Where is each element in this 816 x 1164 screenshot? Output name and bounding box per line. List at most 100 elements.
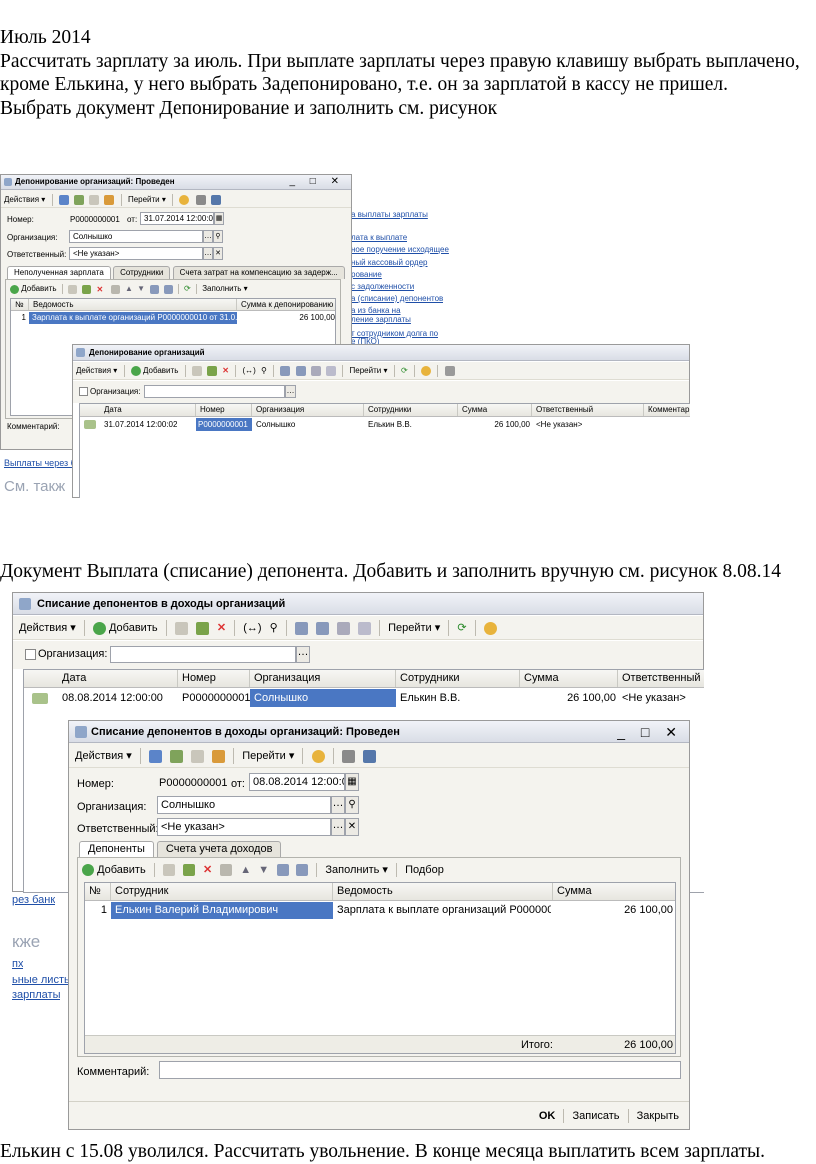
col-date[interactable]: Дата [58, 670, 178, 687]
col-number[interactable]: Номер [196, 404, 252, 416]
bg-link-6[interactable]: с задолженности [351, 282, 414, 291]
add-icon[interactable] [130, 366, 141, 376]
search-icon[interactable]: ⚲ [213, 230, 223, 243]
org-filter-checkbox[interactable] [79, 387, 88, 396]
col-sum[interactable]: Сумма [520, 670, 618, 687]
col-org[interactable]: Организация [252, 404, 364, 416]
sort-desc-icon[interactable] [296, 864, 309, 877]
save-button[interactable]: Записать [572, 1110, 619, 1122]
table-row[interactable]: 1 Зарплата к выплате организаций Р000000… [11, 312, 335, 324]
select-icon[interactable]: … [331, 796, 345, 814]
filter-list-icon[interactable] [336, 621, 350, 635]
bg-link-3[interactable]: ьные листь [12, 974, 70, 986]
actions-menu[interactable]: Действия ▾ [19, 616, 76, 639]
goto-menu[interactable]: Перейти ▾ [128, 191, 166, 207]
select-button[interactable]: Подбор [405, 864, 444, 876]
actions-menu[interactable]: Действия ▾ [76, 362, 117, 379]
filter-icon[interactable] [294, 621, 308, 635]
pencil-icon[interactable] [195, 621, 209, 635]
interval-icon[interactable]: (↔) [242, 362, 255, 379]
fill-menu[interactable]: Заполнить ▾ [325, 864, 388, 876]
calendar-icon[interactable]: ▦ [345, 773, 359, 791]
copy-icon[interactable] [191, 749, 205, 763]
delete-icon[interactable]: ✕ [203, 862, 212, 878]
pencil-icon[interactable] [82, 284, 92, 294]
actions-menu[interactable]: Действия ▾ [75, 744, 132, 767]
print-icon[interactable] [444, 366, 455, 376]
post-icon[interactable] [58, 194, 69, 205]
resp-field[interactable]: <Не указан> [157, 818, 331, 836]
tab-employees[interactable]: Сотрудники [113, 266, 171, 279]
add-button[interactable]: Добавить [143, 362, 178, 379]
org-field[interactable]: Солнышко [157, 796, 331, 814]
col-sum[interactable]: Сумма [458, 404, 532, 416]
col-statement[interactable]: Ведомость [333, 883, 553, 900]
resp-field[interactable]: <Не указан> [69, 247, 203, 260]
col-responsible[interactable]: Ответственный [532, 404, 644, 416]
help-icon[interactable] [179, 194, 190, 205]
bg-link-2[interactable]: лата к выплате [351, 233, 407, 242]
pencil-icon[interactable] [207, 366, 218, 376]
help-icon[interactable] [311, 749, 325, 763]
end-edit-icon[interactable] [220, 864, 233, 877]
date-field[interactable]: 31.07.2014 12:00:02 [140, 212, 214, 225]
filter-clear-icon[interactable] [357, 621, 371, 635]
col-sum[interactable]: Сумма [553, 883, 675, 900]
interval-icon[interactable]: (↔) [243, 616, 261, 639]
col-number[interactable]: Номер [178, 670, 250, 687]
ok-button[interactable]: OK [539, 1110, 556, 1122]
bg-link-7[interactable]: а (списание) депонентов [351, 294, 443, 303]
date-field[interactable]: 08.08.2014 12:00:00 [249, 773, 345, 791]
table-row[interactable]: 08.08.2014 12:00:00 Р0000000001 Солнышко… [24, 689, 704, 707]
writeoff-list-titlebar[interactable]: Списание депонентов в доходы организаций [13, 593, 703, 615]
select-icon[interactable]: … [285, 385, 296, 398]
down-icon[interactable]: ▼ [258, 862, 269, 878]
tab-unpaid-salary[interactable]: Неполученная зарплата [7, 266, 111, 279]
find-icon[interactable]: ⚲ [270, 616, 278, 639]
select-icon[interactable]: … [331, 818, 345, 836]
deposit-list-titlebar[interactable]: Депонирование организаций [73, 345, 689, 361]
select-icon[interactable]: … [203, 247, 213, 260]
actions-menu[interactable]: Действия ▾ [4, 191, 45, 207]
col-employee[interactable]: Сотрудник [111, 883, 333, 900]
bg-left-link[interactable]: Выплаты через ба [4, 458, 81, 468]
table-row[interactable]: 31.07.2014 12:00:02 Р0000000001 Солнышко… [80, 418, 690, 431]
copy-icon[interactable] [68, 284, 78, 294]
print-icon[interactable] [212, 749, 226, 763]
col-comment[interactable]: Комментари [644, 404, 690, 416]
tree-icon[interactable] [362, 749, 376, 763]
refresh-icon[interactable]: ⟳ [401, 362, 408, 379]
bg-link-5[interactable]: рование [351, 270, 382, 279]
org-filter-checkbox[interactable] [25, 649, 36, 660]
col-employees[interactable]: Сотрудники [396, 670, 520, 687]
deposit-doc-titlebar[interactable]: Депонирование организаций: Проведен _ □ … [1, 175, 351, 190]
bg-link-8[interactable]: а из банка на [351, 306, 401, 315]
writeoff-doc-titlebar[interactable]: Списание депонентов в доходы организаций… [69, 721, 689, 743]
col-date[interactable]: Дата [100, 404, 196, 416]
post-icon[interactable] [148, 749, 162, 763]
bg-link-4[interactable]: зарплаты [12, 989, 60, 1001]
copy-icon[interactable] [89, 194, 100, 205]
delete-icon[interactable]: ✕ [217, 616, 226, 639]
filter-set-icon[interactable] [295, 366, 306, 376]
refresh-icon[interactable]: ⟳ [184, 283, 191, 295]
col-number[interactable]: № [85, 883, 111, 900]
table-icon[interactable] [74, 194, 84, 205]
tab-depositors[interactable]: Депоненты [79, 841, 154, 857]
print-icon[interactable] [104, 194, 115, 205]
sort-asc-icon[interactable] [277, 864, 290, 877]
select-icon[interactable]: … [296, 646, 310, 663]
add-icon[interactable] [82, 864, 94, 877]
up-icon[interactable]: ▲ [240, 862, 251, 878]
list-icon[interactable] [341, 749, 355, 763]
tab-income-accounts[interactable]: Счета учета доходов [156, 841, 282, 857]
close-button[interactable]: Закрыть [637, 1110, 679, 1122]
add-row-button[interactable]: Добавить [21, 284, 56, 293]
search-icon[interactable]: ⚲ [345, 796, 359, 814]
number-value[interactable]: Р0000000001 [70, 215, 120, 224]
tree-icon[interactable] [210, 194, 221, 205]
clear-icon[interactable]: ✕ [213, 247, 223, 260]
table-row[interactable]: 1 Елькин Валерий Владимирович Зарплата к… [85, 902, 675, 919]
tab-cost-accounts[interactable]: Счета затрат на компенсацию за задерж... [172, 266, 345, 279]
calendar-icon[interactable]: ▦ [214, 212, 224, 225]
